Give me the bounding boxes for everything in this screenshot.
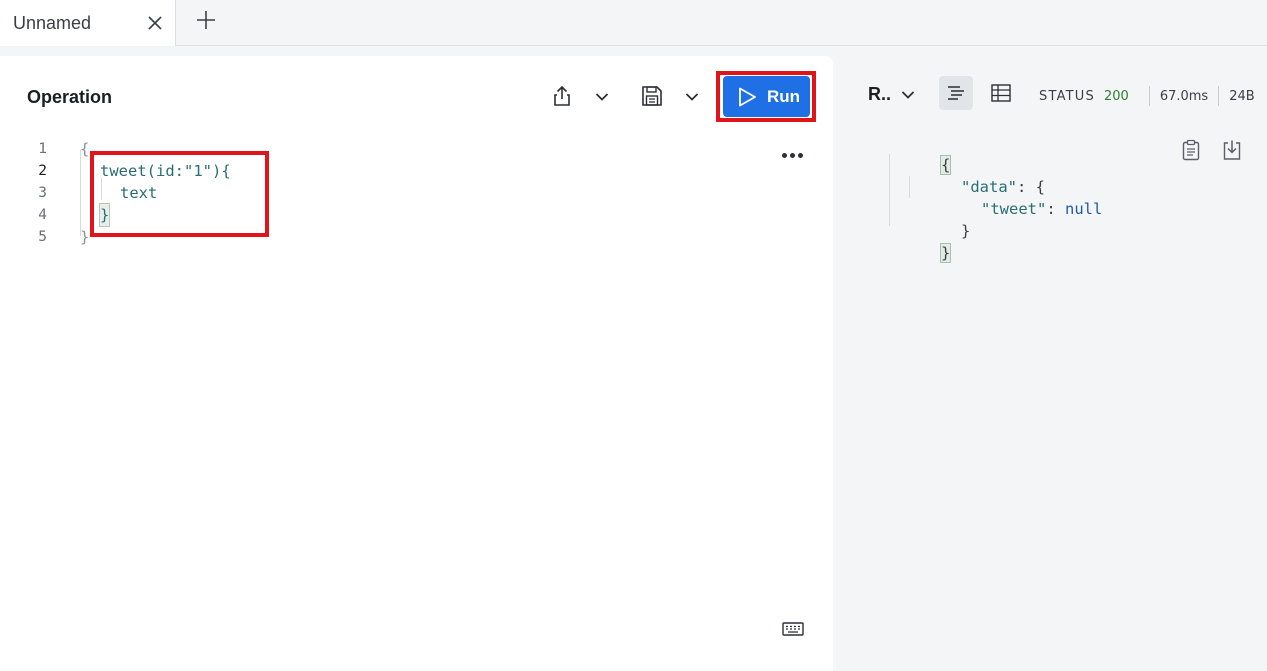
line-number: 5 bbox=[38, 229, 47, 245]
line-number: 1 bbox=[38, 141, 47, 157]
line-number: 4 bbox=[38, 207, 47, 223]
chevron-down-icon bbox=[595, 93, 609, 101]
more-button[interactable] bbox=[782, 149, 804, 161]
code-line: 2 tweet(id:"1"){ bbox=[0, 160, 760, 182]
tab-title: Unnamed bbox=[13, 13, 92, 33]
json-line: } bbox=[905, 198, 970, 240]
chevron-down-icon bbox=[685, 93, 699, 101]
response-selector-label: R.. bbox=[868, 84, 892, 104]
share-options-button[interactable] bbox=[593, 88, 611, 106]
status-divider bbox=[1148, 86, 1150, 106]
line-number: 2 bbox=[38, 163, 47, 179]
download-icon[interactable] bbox=[1222, 139, 1242, 161]
save-button[interactable] bbox=[640, 84, 664, 108]
run-label: Run bbox=[767, 86, 801, 106]
json-punct: : bbox=[1046, 200, 1065, 218]
json-value: null bbox=[1065, 200, 1103, 218]
status-code: 200 bbox=[1103, 88, 1129, 104]
clipboard-icon[interactable] bbox=[1182, 139, 1200, 161]
share-button[interactable] bbox=[550, 84, 574, 108]
chevron-down-icon bbox=[901, 90, 915, 99]
code-editor[interactable]: 1 { 2 tweet(id:"1"){ 3 text 4 } 5 } bbox=[0, 136, 760, 256]
code-line: 3 text bbox=[0, 182, 760, 204]
line-text: } bbox=[98, 203, 111, 227]
json-view-button[interactable] bbox=[939, 76, 973, 110]
keyboard-icon[interactable] bbox=[782, 622, 804, 636]
plus-icon[interactable] bbox=[195, 9, 217, 31]
json-text: } bbox=[939, 243, 952, 263]
more-icon-dot bbox=[798, 152, 803, 158]
code-line: 1 { bbox=[0, 138, 760, 160]
response-selector[interactable]: R.. bbox=[868, 84, 915, 105]
json-text: } bbox=[961, 222, 971, 240]
run-button[interactable]: Run bbox=[723, 76, 810, 117]
tab-bar: Unnamed bbox=[0, 0, 1267, 46]
code-line: 5 } bbox=[0, 226, 760, 248]
operation-title: Operation bbox=[27, 87, 113, 107]
save-icon bbox=[642, 86, 662, 106]
json-line: { bbox=[885, 132, 952, 175]
line-text: text bbox=[120, 184, 158, 202]
status-bar: STATUS 200 67.0ms 24B bbox=[1039, 86, 1255, 106]
line-number: 3 bbox=[38, 185, 47, 201]
share-icon bbox=[554, 85, 570, 106]
response-size: 24B bbox=[1229, 88, 1255, 104]
json-line: } bbox=[885, 220, 952, 263]
tab-unnamed[interactable]: Unnamed bbox=[0, 0, 176, 46]
json-view-icon bbox=[948, 86, 964, 100]
json-key: "tweet" bbox=[981, 200, 1047, 218]
json-line: "tweet": null bbox=[925, 176, 1102, 218]
save-options-button[interactable] bbox=[683, 88, 701, 106]
status-label: STATUS bbox=[1039, 88, 1095, 104]
response-panel: R.. STATUS 200 67.0ms 24B {"data": {"t… bbox=[833, 56, 1267, 671]
response-time: 67.0ms bbox=[1159, 88, 1209, 104]
json-line: "data": { bbox=[905, 154, 1045, 196]
line-text: } bbox=[80, 228, 90, 246]
operation-panel: Operation Run 1 {2 tweet(id:"1"){3 tex… bbox=[0, 56, 833, 671]
close-icon[interactable] bbox=[146, 14, 164, 32]
line-text: tweet(id:"1"){ bbox=[100, 162, 231, 180]
line-text: { bbox=[80, 140, 90, 158]
more-icon-dot bbox=[790, 152, 795, 158]
more-icon bbox=[782, 152, 787, 158]
code-line: 4 } bbox=[0, 203, 760, 227]
play-icon bbox=[739, 87, 756, 106]
status-divider bbox=[1218, 86, 1220, 106]
table-view-icon[interactable] bbox=[990, 82, 1012, 104]
